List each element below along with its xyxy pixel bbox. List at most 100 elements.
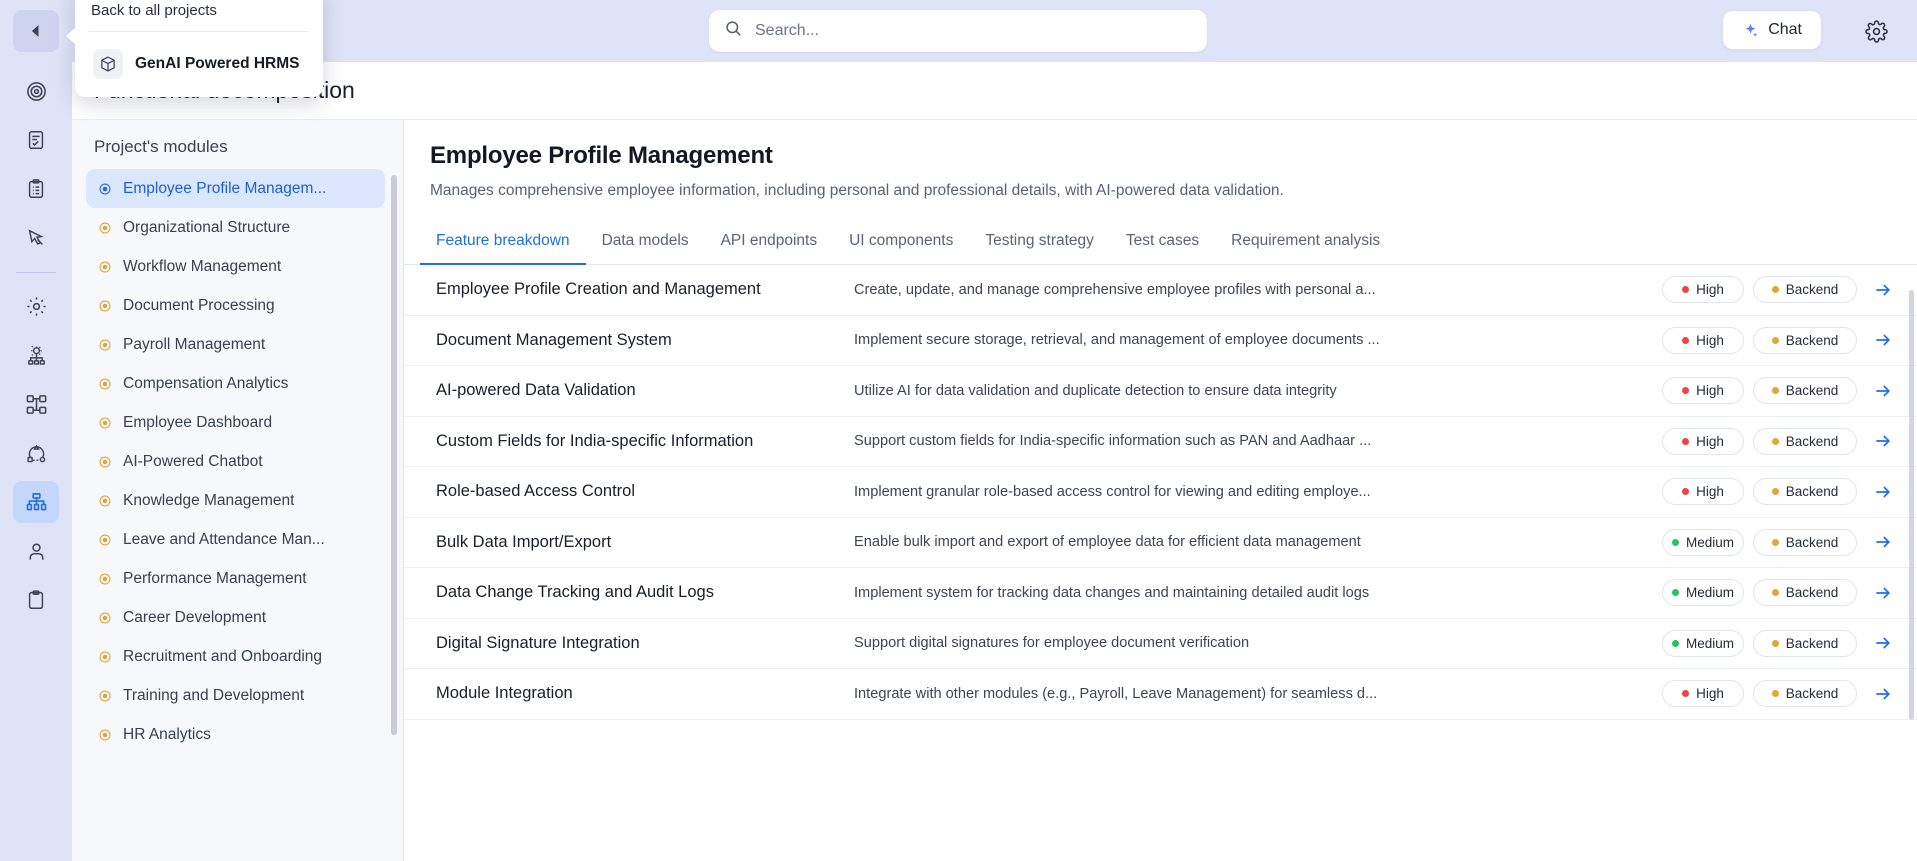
chat-button[interactable]: Chat xyxy=(1722,10,1822,50)
settings-gear-icon[interactable] xyxy=(1857,12,1895,50)
priority-badge: High xyxy=(1662,327,1744,354)
sidebar-module-item[interactable]: Compensation Analytics xyxy=(86,364,385,403)
feature-row[interactable]: Module IntegrationIntegrate with other m… xyxy=(404,669,1917,720)
open-feature-arrow-icon[interactable] xyxy=(1863,633,1903,653)
priority-dot-icon xyxy=(1672,539,1679,546)
user-icon[interactable] xyxy=(13,530,59,572)
open-feature-arrow-icon[interactable] xyxy=(1863,330,1903,350)
feature-row[interactable]: Bulk Data Import/ExportEnable bulk impor… xyxy=(404,518,1917,569)
module-status-icon xyxy=(98,533,112,547)
type-label: Backend xyxy=(1786,282,1839,297)
open-feature-arrow-icon[interactable] xyxy=(1863,280,1903,300)
priority-badge: High xyxy=(1662,428,1744,455)
open-feature-arrow-icon[interactable] xyxy=(1863,583,1903,603)
tab-test-cases[interactable]: Test cases xyxy=(1110,222,1215,265)
project-item-genai-powered-hrms[interactable]: GenAI Powered HRMS xyxy=(85,41,313,87)
module-item-label: Performance Management xyxy=(123,570,307,588)
tab-data-models[interactable]: Data models xyxy=(586,222,705,265)
type-label: Backend xyxy=(1786,333,1839,348)
feature-row[interactable]: Custom Fields for India-specific Informa… xyxy=(404,417,1917,468)
modules-grid-icon[interactable] xyxy=(13,383,59,425)
open-feature-arrow-icon[interactable] xyxy=(1863,431,1903,451)
priority-label: Medium xyxy=(1686,585,1734,600)
module-status-icon xyxy=(98,689,112,703)
module-item-label: Compensation Analytics xyxy=(123,375,288,393)
search-input[interactable] xyxy=(755,22,1192,40)
priority-badge: High xyxy=(1662,478,1744,505)
tab-testing-strategy[interactable]: Testing strategy xyxy=(969,222,1110,265)
priority-badge: Medium xyxy=(1662,579,1744,606)
clipboard-list-icon[interactable] xyxy=(13,168,59,210)
priority-badge: High xyxy=(1662,680,1744,707)
module-status-icon xyxy=(98,260,112,274)
sidebar-module-item[interactable]: Employee Dashboard xyxy=(86,403,385,442)
type-badge: Backend xyxy=(1753,680,1857,707)
feature-description: Support digital signatures for employee … xyxy=(854,635,1662,651)
search-box[interactable] xyxy=(709,10,1207,52)
sidebar-module-item[interactable]: Leave and Attendance Man... xyxy=(86,520,385,559)
clipboard-icon[interactable] xyxy=(13,579,59,621)
feature-name: Employee Profile Creation and Management xyxy=(436,280,854,299)
open-feature-arrow-icon[interactable] xyxy=(1863,532,1903,552)
functional-decomposition-icon[interactable] xyxy=(13,481,59,523)
app-root: Chat Functional decomposition Project's … xyxy=(0,0,1917,861)
flow-settings-icon[interactable] xyxy=(13,334,59,376)
cursor-select-icon[interactable] xyxy=(13,217,59,259)
sidebar-module-item[interactable]: Recruitment and Onboarding xyxy=(86,637,385,676)
feature-row[interactable]: Role-based Access ControlImplement granu… xyxy=(404,467,1917,518)
sidebar-module-item[interactable]: Knowledge Management xyxy=(86,481,385,520)
module-status-icon xyxy=(98,494,112,508)
dropdown-pointer xyxy=(66,28,75,44)
feature-row[interactable]: AI-powered Data ValidationUtilize AI for… xyxy=(404,366,1917,417)
sidebar-module-item[interactable]: Payroll Management xyxy=(86,325,385,364)
tab-feature-breakdown[interactable]: Feature breakdown xyxy=(420,222,586,265)
tab-ui-components[interactable]: UI components xyxy=(833,222,969,265)
module-item-label: Career Development xyxy=(123,609,266,627)
module-item-label: Training and Development xyxy=(123,687,304,705)
architecture-icon[interactable] xyxy=(13,432,59,474)
open-feature-arrow-icon[interactable] xyxy=(1863,684,1903,704)
sidebar-module-item[interactable]: Organizational Structure xyxy=(86,208,385,247)
module-item-label: Workflow Management xyxy=(123,258,281,276)
collapse-panel-icon[interactable] xyxy=(13,10,59,52)
type-dot-icon xyxy=(1772,337,1779,344)
back-to-all-projects-link[interactable]: Back to all projects xyxy=(75,0,323,31)
main-scrollbar[interactable] xyxy=(1909,290,1914,720)
sidebar-module-item[interactable]: HR Analytics xyxy=(86,715,385,754)
sidebar-module-item[interactable]: Workflow Management xyxy=(86,247,385,286)
module-status-icon xyxy=(98,611,112,625)
type-label: Backend xyxy=(1786,585,1839,600)
priority-label: High xyxy=(1696,434,1724,449)
feature-name: Document Management System xyxy=(436,331,854,350)
sidebar-module-item[interactable]: Document Processing xyxy=(86,286,385,325)
feature-row[interactable]: Document Management SystemImplement secu… xyxy=(404,316,1917,367)
feature-name: AI-powered Data Validation xyxy=(436,381,854,400)
type-label: Backend xyxy=(1786,636,1839,651)
feature-description: Enable bulk import and export of employe… xyxy=(854,534,1662,550)
feature-row[interactable]: Data Change Tracking and Audit LogsImple… xyxy=(404,568,1917,619)
tab-requirement-analysis[interactable]: Requirement analysis xyxy=(1215,222,1396,265)
feature-row[interactable]: Digital Signature IntegrationSupport dig… xyxy=(404,619,1917,670)
open-feature-arrow-icon[interactable] xyxy=(1863,482,1903,502)
open-feature-arrow-icon[interactable] xyxy=(1863,381,1903,401)
feature-description: Implement system for tracking data chang… xyxy=(854,585,1662,601)
feature-name: Bulk Data Import/Export xyxy=(436,533,854,552)
search-icon xyxy=(724,19,743,43)
modules-scrollbar[interactable] xyxy=(391,175,397,735)
sidebar-module-item[interactable]: Training and Development xyxy=(86,676,385,715)
module-status-icon xyxy=(98,572,112,586)
sidebar-module-item[interactable]: AI-Powered Chatbot xyxy=(86,442,385,481)
feature-row[interactable]: Employee Profile Creation and Management… xyxy=(404,265,1917,316)
type-dot-icon xyxy=(1772,387,1779,394)
target-icon[interactable] xyxy=(13,70,59,112)
feature-breakdown-table: Employee Profile Creation and Management… xyxy=(404,265,1917,720)
modules-list[interactable]: Employee Profile Managem...Organizationa… xyxy=(72,169,403,861)
document-check-icon[interactable] xyxy=(13,119,59,161)
cube-icon xyxy=(93,49,123,79)
sidebar-module-item[interactable]: Employee Profile Managem... xyxy=(86,169,385,208)
sidebar-module-item[interactable]: Career Development xyxy=(86,598,385,637)
tab-api-endpoints[interactable]: API endpoints xyxy=(705,222,834,265)
sidebar-module-item[interactable]: Performance Management xyxy=(86,559,385,598)
type-dot-icon xyxy=(1772,690,1779,697)
gear-icon[interactable] xyxy=(13,285,59,327)
